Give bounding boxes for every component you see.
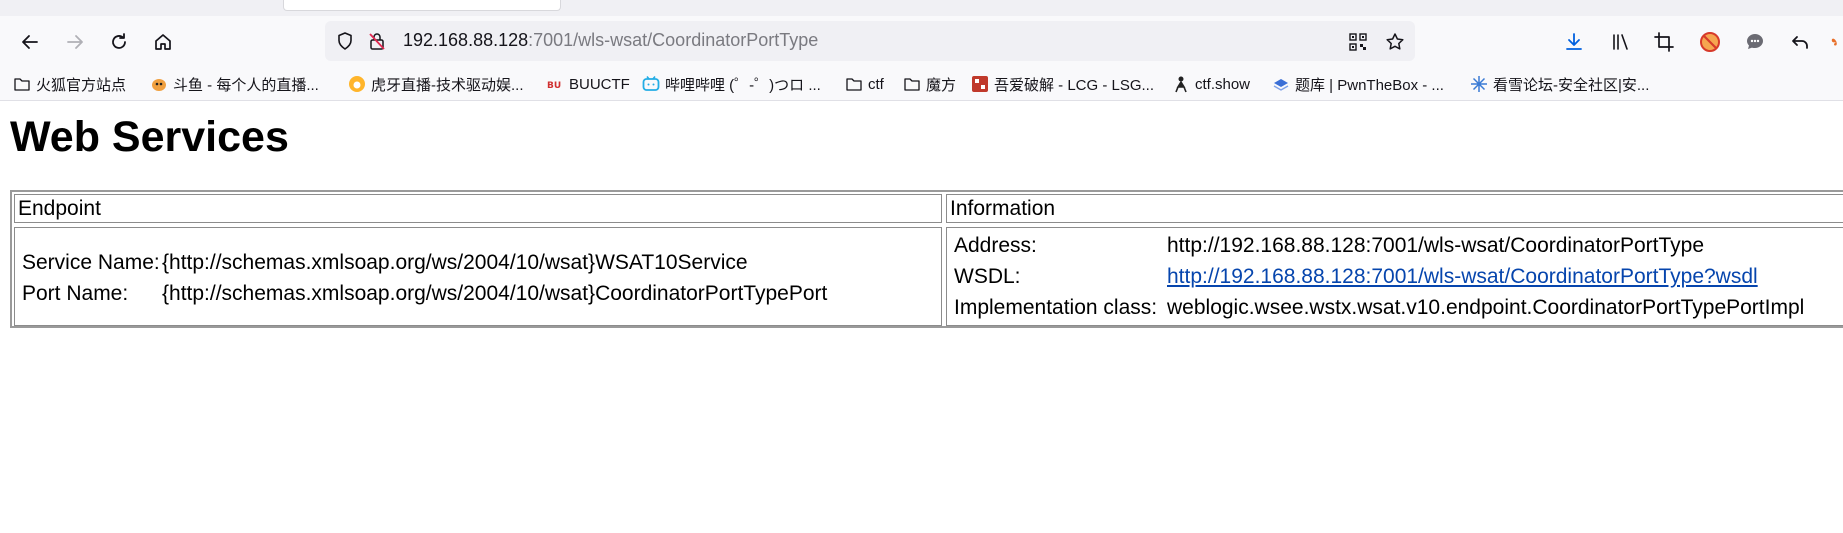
folder-icon <box>845 75 863 93</box>
undo-arrow-icon <box>1792 36 1808 49</box>
implementation-class-label: Implementation class: <box>954 296 1158 319</box>
forward-button[interactable] <box>61 28 89 56</box>
bookmarks-toolbar: 火狐官方站点 斗鱼 - 每个人的直播... 虎牙直播-技术驱动娱... BU B… <box>0 68 1843 101</box>
information-data-cell: Address: http://192.168.88.128:7001/wls-… <box>946 227 1843 326</box>
downloads-button[interactable] <box>1561 29 1587 55</box>
reload-button[interactable] <box>105 28 133 56</box>
bilibili-icon <box>642 75 660 93</box>
bookmark-label: BUUCTF <box>569 75 630 93</box>
bookmark-label: 题库 | PwnTheBox - ... <box>1295 76 1444 94</box>
bookmark-label: 吾爱破解 - LCG - LSG... <box>994 76 1155 94</box>
url-text[interactable]: 192.168.88.128:7001/wls-wsat/Coordinator… <box>403 30 818 51</box>
download-icon <box>1566 33 1582 50</box>
butterfly-icon <box>1831 38 1837 46</box>
url-path: :7001/wls-wsat/CoordinatorPortType <box>528 30 819 50</box>
bookmark-label: 看雪论坛-安全社区|安... <box>1493 76 1650 94</box>
block-extension-icon <box>1700 32 1720 52</box>
service-name-label: Service Name: <box>22 251 160 274</box>
information-header: Information <box>950 197 1056 220</box>
chat-extension-button[interactable] <box>1742 29 1768 55</box>
endpoint-data-cell: Service Name: {http://schemas.xmlsoap.or… <box>14 227 942 326</box>
bookmark-mofang-folder[interactable]: 魔方 <box>903 73 956 95</box>
bookmark-star-icon[interactable] <box>1384 31 1406 53</box>
bookmark-huya[interactable]: 虎牙直播-技术驱动娱... <box>348 73 524 95</box>
bookmark-bilibili[interactable]: 哔哩哔哩 (゜-゜)つロ ... <box>642 73 821 95</box>
library-icon <box>1613 34 1628 50</box>
folder-icon <box>903 75 921 93</box>
back-arrow-icon <box>22 35 38 49</box>
bookmark-firefox-official[interactable]: 火狐官方站点 <box>13 73 126 95</box>
extension-butterfly-button[interactable] <box>1830 29 1843 55</box>
buuctf-icon: BU <box>546 75 564 93</box>
port-name-value: {http://schemas.xmlsoap.org/ws/2004/10/w… <box>162 282 828 305</box>
huya-icon <box>348 75 366 93</box>
screenshot-button[interactable] <box>1651 29 1677 55</box>
url-host: 192.168.88.128 <box>403 30 529 50</box>
forward-arrow-icon <box>67 35 83 49</box>
endpoint-header-cell: Endpoint <box>14 194 942 223</box>
crop-icon <box>1654 32 1674 52</box>
bookmark-ctf-folder[interactable]: ctf <box>845 73 884 95</box>
home-button[interactable] <box>149 28 177 56</box>
bookmark-label: ctf.show <box>1195 75 1251 93</box>
bookmark-douyu[interactable]: 斗鱼 - 每个人的直播... <box>150 73 319 95</box>
undo-button[interactable] <box>1787 29 1813 55</box>
page-title: Web Services <box>10 113 289 161</box>
bookmark-kanxue[interactable]: 看雪论坛-安全社区|安... <box>1470 73 1649 95</box>
chat-bubble-icon <box>1747 34 1763 49</box>
library-button[interactable] <box>1607 29 1633 55</box>
bookmark-pwnthebox[interactable]: 题库 | PwnTheBox - ... <box>1272 73 1444 95</box>
wsdl-link[interactable]: http://192.168.88.128:7001/wls-wsat/Coor… <box>1167 265 1758 289</box>
tab-strip <box>0 0 1843 16</box>
folder-icon <box>13 75 31 93</box>
douyu-icon <box>150 75 168 93</box>
web-services-table: Endpoint Information Service Name: {http… <box>10 190 1843 328</box>
bookmark-ctfshow[interactable]: ctf.show <box>1172 73 1250 95</box>
shield-icon[interactable] <box>335 31 355 51</box>
navigation-toolbar: 192.168.88.128:7001/wls-wsat/Coordinator… <box>0 16 1843 68</box>
kanxue-icon <box>1470 75 1488 93</box>
endpoint-header: Endpoint <box>18 197 101 220</box>
home-icon <box>155 34 171 50</box>
service-name-value: {http://schemas.xmlsoap.org/ws/2004/10/w… <box>162 251 748 274</box>
wsdl-label: WSDL: <box>954 265 1021 288</box>
page-content: Web Services Endpoint Information Servic… <box>0 101 1843 533</box>
reload-icon <box>112 33 126 49</box>
qr-code-icon[interactable] <box>1347 31 1369 53</box>
pwnthebox-icon <box>1272 75 1290 93</box>
bookmark-buuctf[interactable]: BU BUUCTF <box>546 73 630 95</box>
52pojie-icon <box>971 75 989 93</box>
back-button[interactable] <box>16 28 44 56</box>
insecure-lock-icon[interactable] <box>367 31 387 51</box>
svg-text:BU: BU <box>547 81 561 91</box>
url-bar[interactable]: 192.168.88.128:7001/wls-wsat/Coordinator… <box>325 21 1415 61</box>
active-tab[interactable] <box>283 0 561 11</box>
bookmark-label: ctf <box>868 75 884 93</box>
bookmark-label: 魔方 <box>926 76 957 94</box>
implementation-class-value: weblogic.wsee.wstx.wsat.v10.endpoint.Coo… <box>1167 296 1805 319</box>
information-header-cell: Information <box>946 194 1843 223</box>
extension-block-button[interactable] <box>1697 29 1723 55</box>
bookmark-52pojie[interactable]: 吾爱破解 - LCG - LSG... <box>971 73 1154 95</box>
address-label: Address: <box>954 234 1037 257</box>
bookmark-label: 哔哩哔哩 (゜-゜)つロ ... <box>665 76 821 94</box>
bookmark-label: 斗鱼 - 每个人的直播... <box>173 76 319 94</box>
bookmark-label: 虎牙直播-技术驱动娱... <box>371 76 524 94</box>
port-name-label: Port Name: <box>22 282 129 305</box>
bookmark-label: 火狐官方站点 <box>36 76 127 94</box>
ctfshow-icon <box>1172 75 1190 93</box>
address-value: http://192.168.88.128:7001/wls-wsat/Coor… <box>1167 234 1704 257</box>
